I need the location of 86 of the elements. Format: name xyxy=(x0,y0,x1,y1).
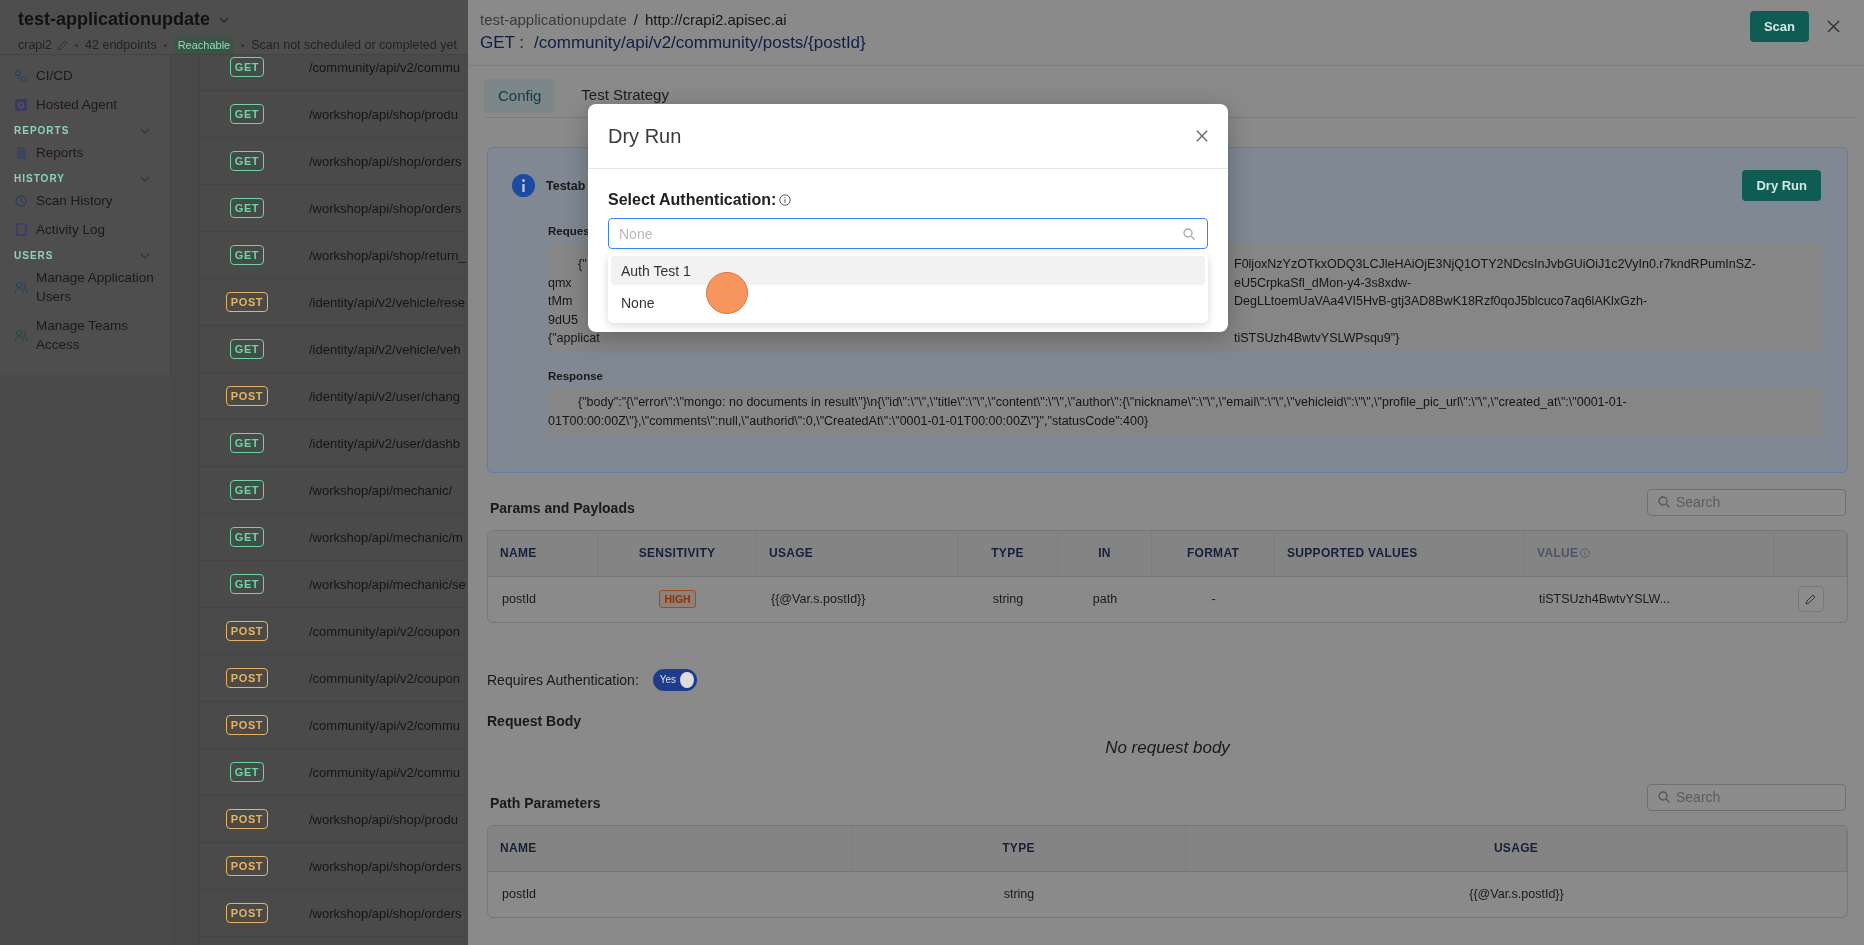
response-label: Response xyxy=(548,369,603,382)
method-badge: GET xyxy=(229,151,265,171)
tab[interactable]: Config xyxy=(484,79,556,113)
column-header: IN xyxy=(1058,530,1152,577)
method-badge: GET xyxy=(229,104,265,124)
table-cell: postId xyxy=(502,887,537,901)
method-badge: POST xyxy=(225,856,269,876)
method-badge: GET xyxy=(229,198,265,218)
table-cell: tiSTSUzh4BwtvYSLW... xyxy=(1539,592,1671,606)
search-icon xyxy=(1658,496,1670,508)
response-body: {"body":"{\"error\":\"mongo: no documents in result\"}\n{\"id\":\"\",\"title\":\"\",\"content\":\"\",\"author\":{\"nickname\":\"\",\"email\":\"\",\"vehicleid\":\"\",\"profile_pic_url\":\"\",\"created_at\":\"0001-01-01T00:00:00Z\"},\"comments\":null,\"authorid\":0,\"CreatedAt\":\"0001-01-01T00:00:00Z\"}","statusCode":400} xyxy=(548,387,1821,436)
section-label: REPORTS xyxy=(14,125,70,136)
column-header: USAGE xyxy=(1186,825,1847,872)
http-method: GET : xyxy=(480,33,525,53)
column-header: SENSITIVITY xyxy=(598,530,757,577)
method-badge: GET xyxy=(229,433,265,453)
method-badge: POST xyxy=(225,715,269,735)
info-icon xyxy=(512,174,535,197)
method-badge: GET xyxy=(229,480,265,500)
dropdown-option[interactable]: Auth Test 1 xyxy=(611,256,1205,285)
chevron-icon[interactable] xyxy=(140,175,150,182)
table-cell: string xyxy=(992,592,1024,606)
column-header: NAME xyxy=(488,530,598,577)
section-title: Request Body xyxy=(487,712,583,729)
method-badge: POST xyxy=(225,809,269,829)
section-title: Params and Payloads xyxy=(490,499,635,516)
method-badge: GET xyxy=(229,57,265,77)
info-icon xyxy=(1580,548,1591,558)
table-cell: {{@Var.s.postId}} xyxy=(771,592,866,606)
table-cell: path xyxy=(1092,592,1118,606)
table-cell: string xyxy=(1003,887,1035,901)
section-title: Path Parameters xyxy=(490,794,601,811)
chevron-down-icon xyxy=(219,16,229,23)
users-icon xyxy=(14,280,28,294)
request-label: Reques xyxy=(548,225,590,237)
column-header: FORMAT xyxy=(1152,530,1275,577)
method-badge: POST xyxy=(225,292,269,312)
team-icon xyxy=(14,328,28,342)
card-title: Testab xyxy=(546,178,586,193)
column-header: USAGE xyxy=(757,530,958,577)
history-icon xyxy=(14,193,28,208)
sensitivity-label: HIGH xyxy=(659,590,696,608)
pencil-icon xyxy=(1805,593,1816,605)
method-badge: GET xyxy=(229,339,265,359)
app-title: test-applicationupdate xyxy=(18,9,210,30)
table-cell: postId xyxy=(502,592,537,606)
info-icon xyxy=(779,194,792,206)
modal-title: Dry Run xyxy=(608,124,682,148)
edit-button[interactable] xyxy=(1797,586,1824,612)
reachability-badge: Reachable xyxy=(173,36,235,54)
close-icon[interactable] xyxy=(1196,130,1208,142)
method-badge: GET xyxy=(229,574,265,594)
breadcrumb-separator: / xyxy=(633,11,638,28)
empty-message: No request body xyxy=(1104,737,1232,758)
method-badge: POST xyxy=(225,386,269,406)
search-icon xyxy=(1658,791,1670,803)
table-cell: {{@Var.s.postId}} xyxy=(1469,887,1564,901)
method-badge: POST xyxy=(225,903,269,923)
pencil-icon[interactable] xyxy=(57,39,69,51)
git-branch-icon xyxy=(14,68,28,83)
endpoint-path: /community/api/v2/community/posts/{postId} xyxy=(534,33,866,53)
field-label: Select Authentication: xyxy=(608,191,777,209)
search-icon xyxy=(1183,227,1195,240)
method-badge: GET xyxy=(229,762,265,782)
scan-button[interactable]: Scan xyxy=(1749,11,1809,42)
column-header: SUPPORTED VALUES xyxy=(1275,530,1525,577)
dry-run-button[interactable]: Dry Run xyxy=(1742,170,1821,201)
chevron-icon[interactable] xyxy=(140,127,150,134)
section-label: USERS xyxy=(14,250,54,261)
breadcrumb-link[interactable]: test-applicationupdate xyxy=(480,11,627,28)
field-label: Requires Authentication: xyxy=(487,671,639,688)
column-header: NAME xyxy=(488,825,852,872)
method-badge: POST xyxy=(225,621,269,641)
method-badge: POST xyxy=(225,668,269,688)
section-label: HISTORY xyxy=(14,173,65,184)
close-icon[interactable] xyxy=(1827,20,1840,33)
chevron-icon[interactable] xyxy=(140,252,150,259)
dropdown-option[interactable]: None xyxy=(611,288,1205,317)
tab[interactable]: Test Strategy xyxy=(581,86,669,102)
column-header: TYPE xyxy=(958,530,1058,577)
host-url: http://crapi2.apisec.ai xyxy=(644,11,787,28)
toggle-switch[interactable]: Yes xyxy=(652,668,697,691)
method-badge: GET xyxy=(229,245,265,265)
table-cell: - xyxy=(1211,592,1216,606)
method-badge: GET xyxy=(229,527,265,547)
column-header: TYPE xyxy=(852,825,1186,872)
